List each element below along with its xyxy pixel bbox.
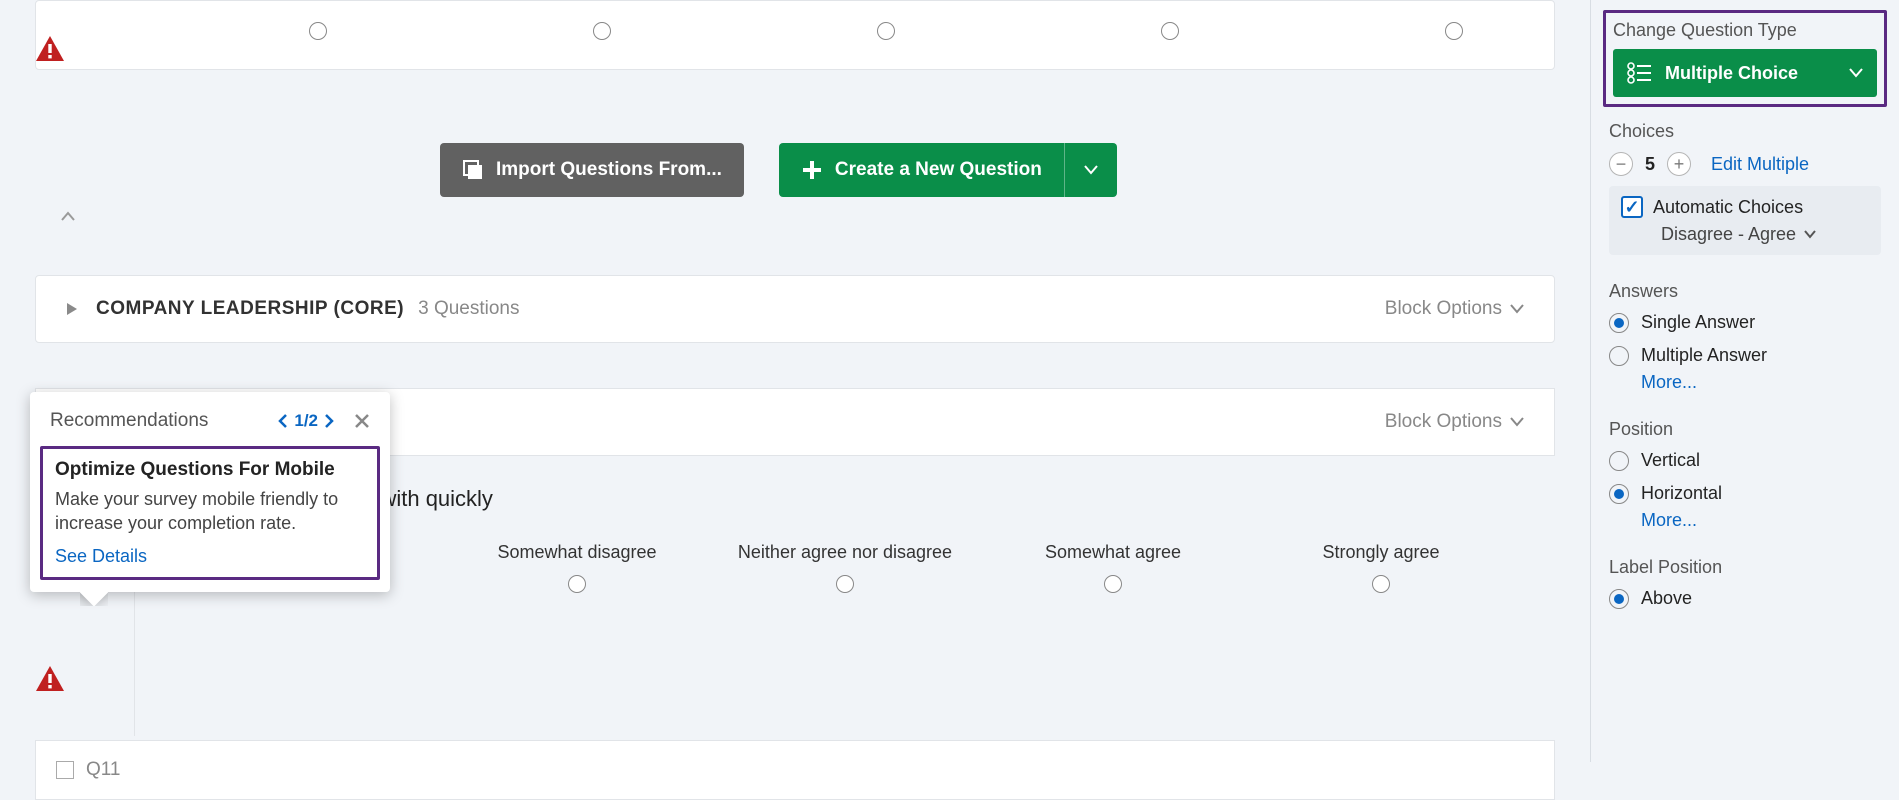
choice-label: Somewhat disagree [497, 542, 656, 563]
label-position-header: Label Position [1609, 557, 1881, 578]
radio-option[interactable] [1161, 22, 1179, 40]
chevron-left-icon [278, 414, 288, 428]
recommendation-card[interactable]: Optimize Questions For Mobile Make your … [40, 446, 380, 580]
answers-multiple-radio[interactable]: Multiple Answer [1609, 345, 1881, 366]
radio-option[interactable] [1445, 22, 1463, 40]
question-id: Q11 [86, 759, 121, 781]
block-options-menu[interactable]: Block Options [1385, 298, 1524, 320]
automatic-choices-label: Automatic Choices [1653, 197, 1803, 218]
import-label: Import Questions From... [496, 159, 722, 181]
create-question-dropdown[interactable] [1065, 143, 1117, 197]
see-details-link[interactable]: See Details [55, 546, 365, 567]
increase-choices[interactable]: + [1667, 152, 1691, 176]
recommendations-title: Recommendations [50, 410, 208, 432]
answers-more-link[interactable]: More... [1641, 372, 1881, 393]
question-type-dropdown[interactable]: Multiple Choice [1613, 49, 1877, 97]
close-recommendations[interactable] [354, 413, 370, 429]
block-question-count: 3 Questions [418, 298, 519, 320]
choice-label: Neither agree nor disagree [738, 542, 952, 563]
change-question-type-label: Change Question Type [1613, 20, 1877, 41]
answers-header: Answers [1609, 281, 1881, 302]
answers-single-radio[interactable]: Single Answer [1609, 312, 1881, 333]
question-settings-sidebar: Change Question Type Multiple Choice Cho… [1590, 0, 1899, 762]
likert-radio-row [176, 3, 1596, 58]
question-type-label: Multiple Choice [1665, 63, 1798, 84]
recommendation-card-desc: Make your survey mobile friendly to incr… [55, 487, 365, 536]
radio-option[interactable] [568, 575, 586, 593]
automatic-scale-dropdown[interactable]: Disagree - Agree [1621, 224, 1869, 245]
decrease-choices[interactable]: − [1609, 152, 1633, 176]
automatic-choices-checkbox[interactable]: ✓ [1621, 196, 1643, 218]
label-above-radio[interactable]: Above [1609, 588, 1881, 609]
question-row[interactable]: Q11 [35, 740, 1555, 800]
warning-icon[interactable] [35, 665, 65, 692]
radio-option[interactable] [309, 22, 327, 40]
recommendation-page: 1/2 [294, 411, 318, 431]
prev-recommendation[interactable] [278, 414, 288, 428]
plus-icon [801, 159, 823, 181]
choices-header: Choices [1609, 121, 1881, 142]
chevron-down-icon [1804, 230, 1816, 239]
automatic-choices-box: ✓ Automatic Choices Disagree - Agree [1609, 186, 1881, 255]
create-question-button[interactable]: Create a New Question [779, 143, 1117, 197]
warning-icon[interactable] [35, 35, 65, 62]
choice-label: Somewhat agree [1045, 542, 1181, 563]
create-label: Create a New Question [835, 159, 1042, 181]
import-questions-button[interactable]: Import Questions From... [440, 143, 744, 197]
radio-option[interactable] [877, 22, 895, 40]
position-vertical-radio[interactable]: Vertical [1609, 450, 1881, 471]
next-recommendation[interactable] [324, 414, 334, 428]
question-checkbox[interactable] [56, 761, 74, 779]
radio-option[interactable] [593, 22, 611, 40]
chevron-down-icon [1084, 165, 1098, 175]
radio-option[interactable] [1372, 575, 1390, 593]
multiple-choice-icon [1627, 62, 1653, 84]
block-header[interactable]: COMPANY LEADERSHIP (CORE) 3 Questions Bl… [35, 275, 1555, 343]
edit-multiple-link[interactable]: Edit Multiple [1711, 154, 1809, 175]
position-more-link[interactable]: More... [1641, 510, 1881, 531]
chevron-down-icon [1510, 304, 1524, 314]
choice-label: Strongly agree [1322, 542, 1439, 563]
close-icon [354, 413, 370, 429]
chevron-down-icon [1510, 417, 1524, 427]
recommendations-popover: Recommendations 1/2 Optimize Questions F… [30, 392, 390, 592]
position-header: Position [1609, 419, 1881, 440]
import-icon [462, 159, 484, 181]
expand-triangle-icon[interactable] [66, 302, 78, 316]
choices-count: 5 [1645, 154, 1655, 175]
block-title: COMPANY LEADERSHIP (CORE) [96, 298, 404, 320]
radio-option[interactable] [836, 575, 854, 593]
recommendation-card-title: Optimize Questions For Mobile [55, 459, 365, 481]
position-horizontal-radio[interactable]: Horizontal [1609, 483, 1881, 504]
chevron-right-icon [324, 414, 334, 428]
block-options-menu[interactable]: Block Options [1385, 411, 1524, 433]
collapse-caret-icon[interactable] [60, 210, 76, 222]
radio-option[interactable] [1104, 575, 1122, 593]
chevron-down-icon [1849, 68, 1863, 78]
